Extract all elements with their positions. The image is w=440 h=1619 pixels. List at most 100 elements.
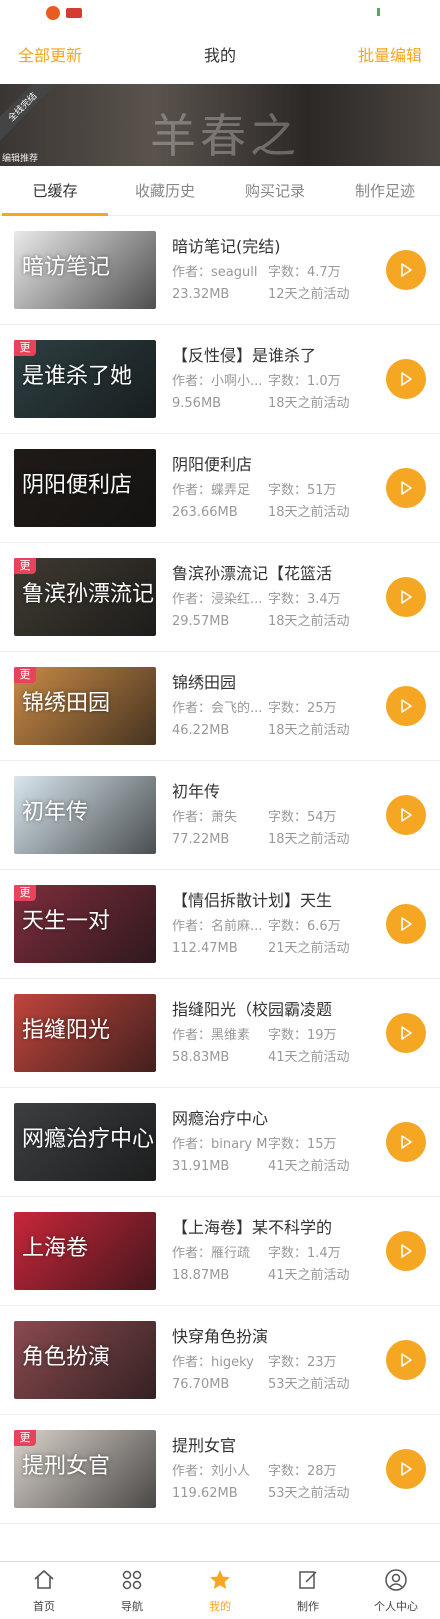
book-title: 鲁滨孙漂流记【花篮活 xyxy=(172,564,333,583)
user-icon xyxy=(384,1568,408,1596)
tab-3[interactable]: 制作足迹 xyxy=(330,166,440,216)
play-button[interactable] xyxy=(386,359,426,399)
book-author: 作者：雁行疏 xyxy=(172,1246,251,1261)
last-active: 41天之前活动 xyxy=(268,1268,350,1283)
update-badge: 更 xyxy=(14,885,36,901)
book-cover[interactable]: 阴阳便利店 xyxy=(14,449,156,527)
meta-row: 作者：萧失 字数：54万 xyxy=(172,810,380,826)
play-button[interactable] xyxy=(386,1013,426,1053)
book-size: 18.87MB xyxy=(172,1268,230,1283)
book-title: 初年传 xyxy=(172,782,221,801)
nav-label: 首页 xyxy=(33,1599,55,1613)
book-cover[interactable]: 鲁滨孙漂流记 更 xyxy=(14,558,156,636)
list-item[interactable]: 暗访笔记 暗访笔记(完结) 作者：seagull 字数：4.7万 23.32MB 12天之… xyxy=(0,216,440,325)
play-button[interactable] xyxy=(386,904,426,944)
book-size: 29.57MB xyxy=(172,614,230,629)
list-item[interactable]: 鲁滨孙漂流记 更 鲁滨孙漂流记【花篮活 作者：浸染红... 字数：3.4万 29.57MB… xyxy=(0,543,440,652)
cover-label: 提刑女官 xyxy=(22,1454,111,1479)
book-author: 作者：黑维素 xyxy=(172,1028,251,1043)
meta-row: 18.87MB 41天之前活动 xyxy=(172,1268,380,1284)
book-cover[interactable]: 是谁杀了她 更 xyxy=(14,340,156,418)
play-button[interactable] xyxy=(386,1449,426,1489)
book-word-count: 字数：25万 xyxy=(268,701,337,716)
play-button[interactable] xyxy=(386,1340,426,1380)
book-info: 锦绣田园 作者：会飞的... 字数：25万 46.22MB 18天之前活动 xyxy=(172,673,380,739)
nav-item-4[interactable]: 个人中心 xyxy=(352,1562,440,1619)
nav-item-1[interactable]: 导航 xyxy=(88,1562,176,1619)
list-item[interactable]: 上海卷 【上海卷】某不科学的 作者：雁行疏 字数：1.4万 18.87MB 41天之前活动 xyxy=(0,1197,440,1306)
book-word-count: 字数：6.6万 xyxy=(268,919,341,934)
book-word-count: 字数：51万 xyxy=(268,483,337,498)
book-word-count: 字数：54万 xyxy=(268,810,337,825)
page-title: 我的 xyxy=(203,46,236,65)
tab-1[interactable]: 收藏历史 xyxy=(110,166,220,216)
cover-label: 网瘾治疗中心 xyxy=(22,1127,155,1152)
last-active: 21天之前活动 xyxy=(268,941,350,956)
update-badge: 更 xyxy=(14,667,36,683)
grid-icon xyxy=(120,1568,144,1596)
book-word-count: 字数：19万 xyxy=(268,1028,337,1043)
book-cover[interactable]: 天生一对 更 xyxy=(14,885,156,963)
book-cover[interactable]: 指缝阳光 xyxy=(14,994,156,1072)
book-cover[interactable]: 初年传 xyxy=(14,776,156,854)
nav-item-0[interactable]: 首页 xyxy=(0,1562,88,1619)
last-active: 18天之前活动 xyxy=(268,396,350,411)
play-button[interactable] xyxy=(386,795,426,835)
list-item[interactable]: 锦绣田园 更 锦绣田园 作者：会飞的... 字数：25万 46.22MB 18天之前活动 xyxy=(0,652,440,761)
book-cover[interactable]: 提刑女官 更 xyxy=(14,1430,156,1508)
batch-edit-button[interactable]: 批量编辑 xyxy=(358,42,422,66)
play-button[interactable] xyxy=(386,577,426,617)
play-button[interactable] xyxy=(386,686,426,726)
book-cover[interactable]: 网瘾治疗中心 xyxy=(14,1103,156,1181)
list-item[interactable]: 角色扮演 快穿角色扮演 作者：higeky 字数：23万 76.70MB 53天之前活动 xyxy=(0,1306,440,1415)
last-active: 53天之前活动 xyxy=(268,1377,350,1392)
book-title: 锦绣田园 xyxy=(172,673,237,692)
book-title: 网瘾治疗中心 xyxy=(172,1109,269,1128)
list-item[interactable]: 提刑女官更提刑女官 作者：刘小人 字数：28万 119.62MB 53天之前活动 xyxy=(0,1415,440,1524)
book-author: 作者：seagull xyxy=(172,265,258,280)
banner-title: 羊春之 xyxy=(150,109,300,163)
tab-2[interactable]: 购买记录 xyxy=(220,166,330,216)
book-info: 鲁滨孙漂流记【花篮活 作者：浸染红... 字数：3.4万 29.57MB 18天之前活动 xyxy=(172,564,380,630)
list-item[interactable]: 是谁杀了她 更 【反性侵】是谁杀了 作者：小啊小... 字数：1.0万 9.56MB 18天… xyxy=(0,325,440,434)
play-button[interactable] xyxy=(386,1122,426,1162)
cover-label: 锦绣田园 xyxy=(22,691,111,716)
update-badge: 更 xyxy=(14,340,36,356)
book-info: 阴阳便利店 作者：蝶弄足 字数：51万 263.66MB 18天之前活动 xyxy=(172,455,380,521)
cover-label: 角色扮演 xyxy=(22,1345,111,1370)
book-author: 作者：higeky xyxy=(172,1355,254,1370)
meta-row: 作者：名前麻... 字数：6.6万 xyxy=(172,919,380,935)
book-cover[interactable]: 暗访笔记 xyxy=(14,231,156,309)
cover-label: 鲁滨孙漂流记 xyxy=(22,582,155,607)
list-item[interactable]: 网瘾治疗中心 网瘾治疗中心 作者：binary M 字数：15万 31.91MB 41天之… xyxy=(0,1088,440,1197)
list-item[interactable]: 指缝阳光 指缝阳光（校园霸凌题 作者：黑维素 字数：19万 58.83MB 41天之前活动 xyxy=(0,979,440,1088)
battery-icon xyxy=(377,8,380,16)
promo-banner[interactable]: 全线完结 羊春之 编辑推荐 xyxy=(0,84,440,166)
book-word-count: 字数：1.0万 xyxy=(268,374,341,389)
book-cover[interactable]: 锦绣田园 更 xyxy=(14,667,156,745)
update-all-button[interactable]: 全部更新 xyxy=(18,42,82,66)
tab-0[interactable]: 已缓存 xyxy=(0,166,110,216)
cover-label: 暗访笔记 xyxy=(22,255,111,280)
book-title: 暗访笔记(完结) xyxy=(172,237,281,256)
meta-row: 112.47MB 21天之前活动 xyxy=(172,941,380,957)
list-item[interactable]: 阴阳便利店 阴阳便利店 作者：蝶弄足 字数：51万 263.66MB 18天之前活动 xyxy=(0,434,440,543)
book-word-count: 字数：28万 xyxy=(268,1464,337,1479)
book-cover[interactable]: 上海卷 xyxy=(14,1212,156,1290)
meta-row: 作者：黑维素 字数：19万 xyxy=(172,1028,380,1044)
list-item[interactable]: 天生一对 更 【情侣拆散计划】天生 作者：名前麻... 字数：6.6万 112.47MB 2… xyxy=(0,870,440,979)
book-cover[interactable]: 角色扮演 xyxy=(14,1321,156,1399)
play-button[interactable] xyxy=(386,468,426,508)
play-button[interactable] xyxy=(386,1231,426,1271)
book-info: 快穿角色扮演 作者：higeky 字数：23万 76.70MB 53天之前活动 xyxy=(172,1327,380,1393)
list-item[interactable]: 初年传 初年传 作者：萧失 字数：54万 77.22MB 18天之前活动 xyxy=(0,761,440,870)
book-info: 网瘾治疗中心 作者：binary M 字数：15万 31.91MB 41天之前活动 xyxy=(172,1109,380,1175)
book-size: 9.56MB xyxy=(172,396,222,411)
nav-item-2[interactable]: 我的 xyxy=(176,1562,264,1619)
banner-tag: 编辑推荐 xyxy=(2,154,39,164)
book-info: 【反性侵】是谁杀了 作者：小啊小... 字数：1.0万 9.56MB 18天之前活动 xyxy=(172,346,380,412)
play-button[interactable] xyxy=(386,250,426,290)
book-info: 【情侣拆散计划】天生 作者：名前麻... 字数：6.6万 112.47MB 21天之前活… xyxy=(172,891,380,957)
star-icon xyxy=(208,1568,232,1596)
nav-item-3[interactable]: 制作 xyxy=(264,1562,352,1619)
